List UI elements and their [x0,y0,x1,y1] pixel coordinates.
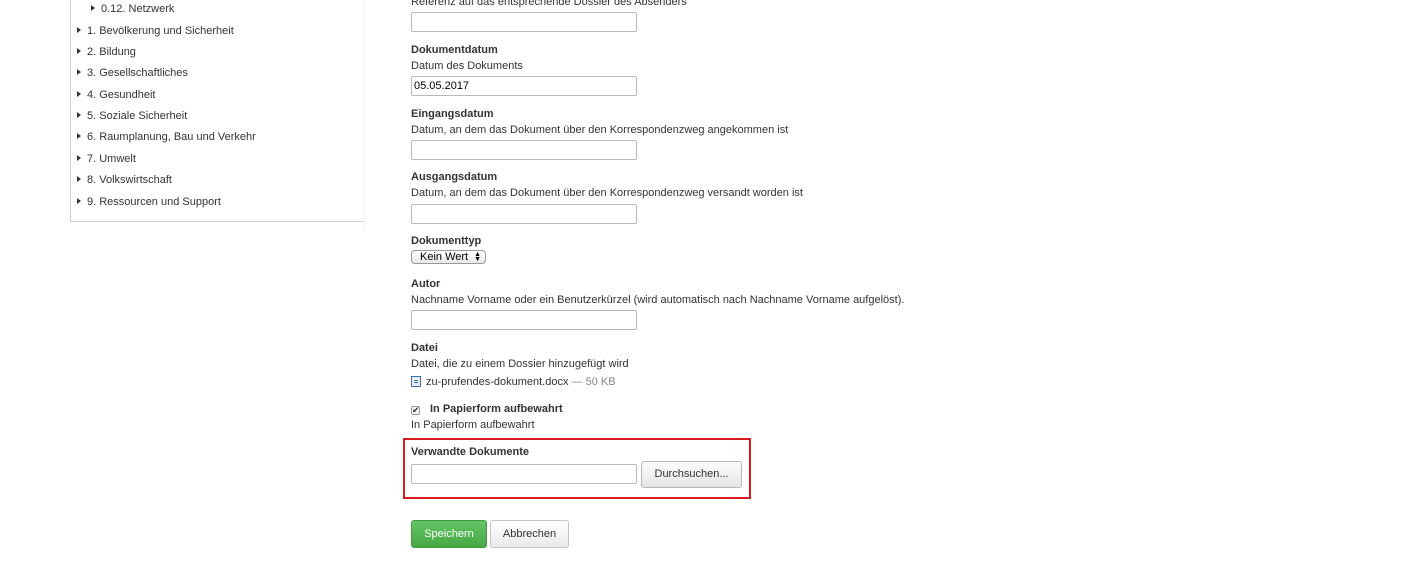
dokumenttyp-selected[interactable]: Kein Wert [420,251,468,263]
expand-arrow-icon[interactable] [77,112,81,118]
expand-arrow-icon[interactable] [77,133,81,139]
autor-input[interactable] [411,310,637,330]
tree-item-label[interactable]: 6. Raumplanung, Bau und Verkehr [87,131,256,143]
autor-label: Autor [411,278,441,290]
tree-item-5[interactable]: 5. Soziale Sicherheit [77,110,187,122]
ausgangsdatum-label: Ausgangsdatum [411,171,498,183]
ausgangsdatum-input[interactable] [411,204,637,224]
datei-label: Datei [411,342,438,354]
cancel-button[interactable]: Abbrechen [490,520,569,548]
document-file-icon [411,376,421,387]
tree-item-2[interactable]: 2. Bildung [77,46,136,58]
tree-item-label[interactable]: 2. Bildung [87,46,136,58]
verwandte-label: Verwandte Dokumente [411,446,529,458]
verwandte-input[interactable] [411,464,637,484]
dokumenttyp-label: Dokumenttyp [411,235,482,247]
expand-arrow-icon[interactable] [77,69,81,75]
dokumentdatum-input[interactable] [411,76,637,96]
select-arrows-icon[interactable]: ▲ ▼ [474,251,481,263]
papierform-help: In Papierform aufbewahrt [411,419,535,431]
expand-arrow-icon[interactable] [77,91,81,97]
autor-help: Nachname Vorname oder ein Benutzerkürzel… [411,294,905,306]
tree-item-label[interactable]: 4. Gesundheit [87,89,156,101]
expand-arrow-icon[interactable] [77,27,81,33]
file-size: — 50 KB [571,376,616,388]
file-entry: zu-prufendes-dokument.docx — 50 KB [411,376,616,388]
tree-item-1[interactable]: 1. Bevölkerung und Sicherheit [77,25,234,37]
file-name[interactable]: zu-prufendes-dokument.docx [426,376,568,388]
tree-item-label[interactable]: 0.12. Netzwerk [101,3,174,15]
tree-item-label[interactable]: 7. Umwelt [87,153,136,165]
expand-arrow-icon[interactable] [91,5,95,11]
eingangsdatum-help: Datum, an dem das Dokument über den Korr… [411,124,789,136]
tree-item-label[interactable]: 1. Bevölkerung und Sicherheit [87,25,234,37]
dokumentdatum-label: Dokumentdatum [411,44,498,56]
tree-item-4[interactable]: 4. Gesundheit [77,89,156,101]
eingangsdatum-input[interactable] [411,140,637,160]
papierform-label[interactable]: In Papierform aufbewahrt [430,403,563,415]
tree-item-9[interactable]: 9. Ressourcen und Support [77,196,221,208]
expand-arrow-icon[interactable] [77,198,81,204]
tree-item-label[interactable]: 3. Gesellschaftliches [87,67,188,79]
referenz-help: Referenz auf das entsprechende Dossier d… [411,0,687,8]
tree-item-6[interactable]: 6. Raumplanung, Bau und Verkehr [77,131,256,143]
eingangsdatum-label: Eingangsdatum [411,108,494,120]
save-button[interactable]: Speichern [411,520,487,548]
browse-button[interactable]: Durchsuchen... [641,461,742,488]
expand-arrow-icon[interactable] [77,155,81,161]
referenz-input[interactable] [411,12,637,32]
dokumentdatum-help: Datum des Dokuments [411,60,523,72]
datei-help: Datei, die zu einem Dossier hinzugefügt … [411,358,629,370]
papierform-checkbox[interactable]: ✔ [411,406,420,415]
sidebar-shadow [363,0,365,232]
ausgangsdatum-help: Datum, an dem das Dokument über den Korr… [411,187,803,199]
tree-item-netzwerk[interactable]: 0.12. Netzwerk [91,3,174,15]
tree-item-3[interactable]: 3. Gesellschaftliches [77,67,188,79]
dokumenttyp-select[interactable]: Kein Wert ▲ ▼ [411,250,486,264]
tree-item-label[interactable]: 9. Ressourcen und Support [87,196,221,208]
expand-arrow-icon[interactable] [77,176,81,182]
tree-item-label[interactable]: 8. Volkswirtschaft [87,174,172,186]
tree-item-label[interactable]: 5. Soziale Sicherheit [87,110,187,122]
expand-arrow-icon[interactable] [77,48,81,54]
tree-item-8[interactable]: 8. Volkswirtschaft [77,174,172,186]
tree-item-7[interactable]: 7. Umwelt [77,153,136,165]
